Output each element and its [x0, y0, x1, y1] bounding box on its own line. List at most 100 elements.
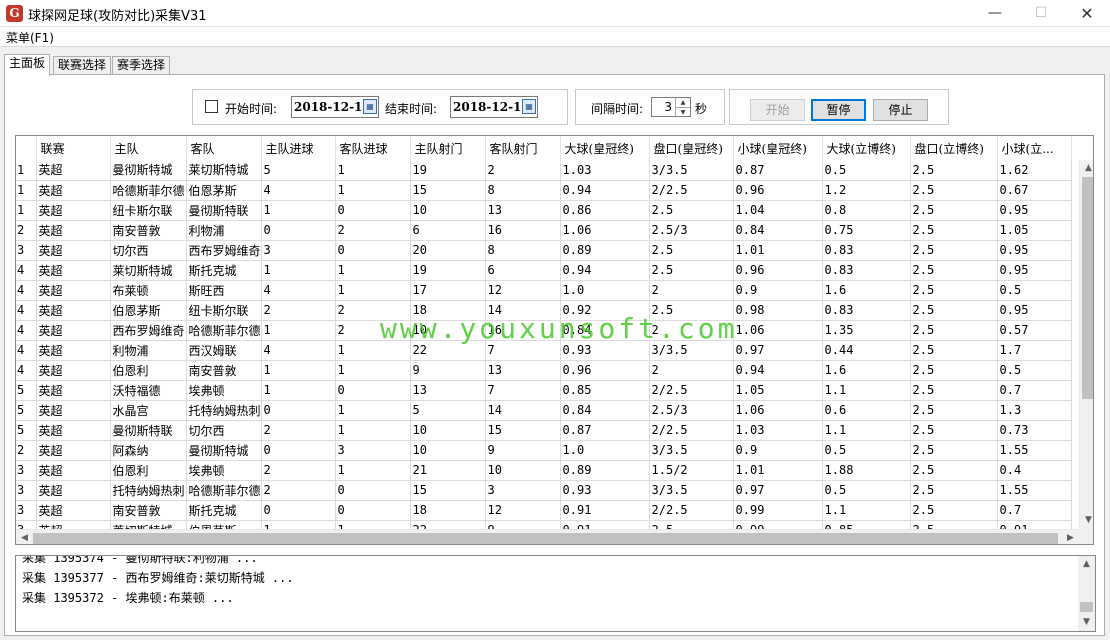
- title-bar: G 球探网足球(攻防对比)采集V31 — ☐ ✕: [0, 0, 1110, 27]
- table-cell: 斯托克城: [186, 260, 262, 281]
- close-button[interactable]: ✕: [1064, 0, 1110, 27]
- table-cell: 0.67: [997, 180, 1072, 201]
- column-header[interactable]: 大球(皇冠终): [560, 136, 650, 160]
- log-output[interactable]: 采集 1395374 - 曼彻斯特联:利物浦 ... 采集 1395377 - 西…: [15, 555, 1096, 632]
- table-cell: 7: [485, 340, 561, 361]
- table-cell: 0.7: [997, 380, 1072, 401]
- table-cell: 2.5: [649, 300, 734, 321]
- table-cell: 0.73: [997, 420, 1072, 441]
- column-header[interactable]: 盘口(皇冠终): [649, 136, 734, 160]
- column-header[interactable]: 联赛: [36, 136, 111, 160]
- table-cell: 英超: [36, 220, 111, 241]
- grid-horizontal-scrollbar[interactable]: ◀ ▶: [16, 529, 1079, 544]
- column-header[interactable]: 小球(皇冠终): [733, 136, 823, 160]
- table-cell: 17: [410, 280, 486, 301]
- table-row[interactable]: 2 英超 阿森纳 曼彻斯特城 0 3 10 9 1.0 3/3.5 0.9 0.5 2.5 1.55: [16, 440, 1072, 461]
- start-button[interactable]: 开始: [750, 99, 805, 121]
- maximize-button[interactable]: ☐: [1018, 0, 1064, 27]
- scroll-right-icon[interactable]: ▶: [1062, 530, 1079, 544]
- table-cell: 0.44: [822, 340, 911, 361]
- grid-vertical-scrollbar[interactable]: ▲ ▼: [1079, 160, 1093, 529]
- table-cell: 12: [485, 280, 561, 301]
- start-date-picker[interactable]: 2018-12-17 ▦: [291, 96, 379, 118]
- log-vertical-scrollbar[interactable]: ▲ ▼: [1078, 556, 1095, 631]
- tab-season-select[interactable]: 赛季选择: [112, 56, 171, 75]
- table-row[interactable]: 4 英超 伯恩利 南安普敦 1 1 9 13 0.96 2 0.94 1.6 2.5 0.5: [16, 360, 1072, 381]
- table-row[interactable]: 4 英超 西布罗姆维奇 哈德斯菲尔德 1 2 10 16 0.84 2 1.06 1.35 2.5 0.5…: [16, 320, 1072, 341]
- table-row[interactable]: 4 英超 伯恩茅斯 纽卡斯尔联 2 2 18 14 0.92 2.5 0.98 0.83 2.5 0.95: [16, 300, 1072, 321]
- end-date-value: 2018-12-18: [453, 100, 530, 114]
- column-header[interactable]: 客队进球: [335, 136, 411, 160]
- table-cell: 0.95: [997, 200, 1072, 221]
- table-cell: 0.89: [560, 460, 650, 481]
- table-row[interactable]: 3 英超 托特纳姆热刺 哈德斯菲尔德 2 0 15 3 0.93 3/3.5 0.97 0.5 2.5 1…: [16, 480, 1072, 501]
- table-cell: 英超: [36, 500, 111, 521]
- menu-item-main[interactable]: 菜单(F1): [6, 29, 54, 46]
- table-row[interactable]: 1 英超 纽卡斯尔联 曼彻斯特联 1 0 10 13 0.86 2.5 1.04 0.8 2.5 0.95: [16, 200, 1072, 221]
- scroll-left-icon[interactable]: ◀: [16, 530, 33, 544]
- column-header[interactable]: 小球(立...: [997, 136, 1072, 160]
- table-row[interactable]: 4 英超 布莱顿 斯旺西 4 1 17 12 1.0 2 0.9 1.6 2.5 0.5: [16, 280, 1072, 301]
- row-index-cell: 4: [16, 340, 37, 361]
- table-row[interactable]: 1 英超 曼彻斯特城 莱切斯特城 5 1 19 2 1.03 3/3.5 0.87 0.5 2.5 1.6…: [16, 160, 1072, 181]
- table-cell: 0: [261, 500, 336, 521]
- scroll-thumb[interactable]: [1080, 602, 1093, 612]
- table-cell: 2.5: [910, 300, 998, 321]
- table-row[interactable]: 3 英超 南安普敦 斯托克城 0 0 18 12 0.91 2/2.5 0.99 1.1 2.5 0.7: [16, 500, 1072, 521]
- column-header[interactable]: 主队射门: [410, 136, 486, 160]
- scroll-up-icon[interactable]: ▲: [1080, 160, 1093, 177]
- table-cell: 5: [410, 400, 486, 421]
- table-row[interactable]: 5 英超 沃特福德 埃弗顿 1 0 13 7 0.85 2/2.5 1.05 1.1 2.5 0.7: [16, 380, 1072, 401]
- table-cell: 0.75: [822, 220, 911, 241]
- interval-spinner[interactable]: 3 ▲ ▼: [651, 97, 691, 117]
- column-header[interactable]: 大球(立博终): [822, 136, 911, 160]
- start-time-label: 开始时间:: [225, 102, 278, 116]
- scroll-down-icon[interactable]: ▼: [1080, 512, 1093, 529]
- pause-button[interactable]: 暂停: [811, 99, 866, 121]
- column-header[interactable]: 客队: [186, 136, 262, 160]
- row-index-cell: 1: [16, 200, 37, 221]
- table-row[interactable]: 5 英超 曼彻斯特联 切尔西 2 1 10 15 0.87 2/2.5 1.03 1.1 2.5 0.73: [16, 420, 1072, 441]
- scroll-up-icon[interactable]: ▲: [1078, 556, 1095, 573]
- table-row[interactable]: 5 英超 水晶宫 托特纳姆热刺 0 1 5 14 0.84 2.5/3 1.06 0.6 2.5 1.3: [16, 400, 1072, 421]
- column-header[interactable]: 主队: [110, 136, 187, 160]
- column-header[interactable]: 盘口(立博终): [910, 136, 998, 160]
- table-cell: 英超: [36, 180, 111, 201]
- table-row[interactable]: 4 英超 利物浦 西汉姆联 4 1 22 7 0.93 3/3.5 0.97 0.44 2.5 1.7: [16, 340, 1072, 361]
- column-header[interactable]: 主队进球: [261, 136, 336, 160]
- table-cell: 1.03: [733, 420, 823, 441]
- scrollbar-corner: [1079, 529, 1093, 544]
- table-cell: 英超: [36, 380, 111, 401]
- column-header[interactable]: [16, 136, 37, 160]
- table-row[interactable]: 4 英超 莱切斯特城 斯托克城 1 1 19 6 0.94 2.5 0.96 0.83 2.5 0.95: [16, 260, 1072, 281]
- scroll-thumb[interactable]: [33, 533, 1058, 544]
- calendar-icon[interactable]: ▦: [522, 99, 536, 114]
- date-filter-checkbox[interactable]: [205, 100, 218, 113]
- row-index-cell: 5: [16, 380, 37, 401]
- table-row[interactable]: 2 英超 南安普敦 利物浦 0 2 6 16 1.06 2.5/3 0.84 0.75 2.5 1.05: [16, 220, 1072, 241]
- table-row[interactable]: 1 英超 哈德斯菲尔德 伯恩茅斯 4 1 15 8 0.94 2/2.5 0.96 1.2 2.5 0.6…: [16, 180, 1072, 201]
- table-cell: 0.98: [733, 300, 823, 321]
- table-row[interactable]: 3 英超 伯恩利 埃弗顿 2 1 21 10 0.89 1.5/2 1.01 1.88 2.5 0.4: [16, 460, 1072, 481]
- stop-button[interactable]: 停止: [873, 99, 928, 121]
- table-cell: 英超: [36, 240, 111, 261]
- table-cell: 2.5/3: [649, 400, 734, 421]
- table-row[interactable]: 3 英超 切尔西 西布罗姆维奇 3 0 20 8 0.89 2.5 1.01 0.83 2.5 0.95: [16, 240, 1072, 261]
- end-date-picker[interactable]: 2018-12-18 ▦: [450, 96, 538, 118]
- tab-league-select[interactable]: 联赛选择: [53, 56, 112, 75]
- table-cell: 西汉姆联: [186, 340, 262, 361]
- scroll-down-icon[interactable]: ▼: [1078, 614, 1095, 631]
- row-index-cell: 5: [16, 420, 37, 441]
- minimize-button[interactable]: —: [972, 0, 1018, 27]
- action-group: 开始 暂停 停止: [729, 89, 949, 125]
- column-header[interactable]: 客队射门: [485, 136, 561, 160]
- tab-main-panel[interactable]: 主面板: [4, 54, 51, 76]
- table-cell: 1.6: [822, 280, 911, 301]
- spin-down-icon[interactable]: ▼: [675, 107, 690, 116]
- table-cell: 1.1: [822, 500, 911, 521]
- spin-up-icon[interactable]: ▲: [675, 98, 690, 107]
- scroll-thumb[interactable]: [1082, 177, 1093, 399]
- table-cell: 15: [410, 180, 486, 201]
- results-grid[interactable]: 联赛 主队 客队 主队进球 客队进球 主队射门 客队射门 大球(皇冠终) 盘口(皇冠终) 小球(皇…: [15, 135, 1094, 545]
- calendar-icon[interactable]: ▦: [363, 99, 377, 114]
